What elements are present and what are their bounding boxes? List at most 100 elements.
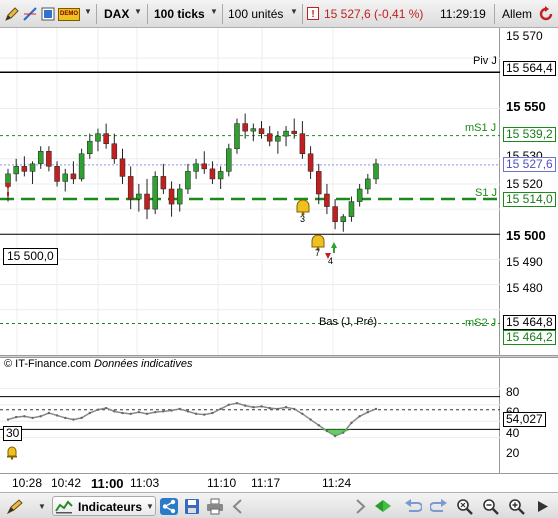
redo-icon[interactable]	[430, 498, 448, 515]
oscillator-canvas[interactable]	[0, 358, 500, 473]
low-prev-label: Bas (J, Pré)	[319, 316, 378, 328]
oscillator-point	[243, 404, 247, 407]
time-tick: 10:28	[12, 476, 43, 490]
oscillator-point	[219, 407, 222, 411]
oscillator-point	[113, 410, 116, 413]
candle	[103, 123, 109, 149]
candle	[127, 166, 134, 210]
candle-body-down	[209, 168, 216, 180]
oscillator-axis[interactable]: 80 60 54,027 40 20	[500, 358, 558, 473]
warning-icon: !	[307, 7, 319, 20]
instrument-selector[interactable]: DAX	[104, 7, 129, 21]
chevron-down-icon[interactable]: ▼	[134, 7, 142, 16]
candle	[283, 126, 289, 147]
ms2-top-box: 15 464,8	[503, 315, 556, 330]
candle-body-down	[242, 123, 248, 132]
pencil-icon[interactable]	[4, 6, 20, 22]
candle	[87, 133, 93, 159]
ms1-value-box: 15 539,2	[503, 127, 556, 142]
period-selector[interactable]: 100 ticks	[154, 7, 205, 21]
indicators-button[interactable]: Indicateurs ▼	[52, 496, 156, 516]
candle	[160, 163, 167, 195]
marker-7-label: 7	[315, 248, 321, 258]
last-price-box: 15 527,6	[503, 157, 556, 172]
language-selector[interactable]: Allem	[502, 7, 532, 21]
candle	[29, 161, 36, 184]
time-tick: 11:03	[130, 476, 160, 490]
candle	[70, 161, 77, 184]
candle-body-down	[160, 176, 167, 190]
undo-icon[interactable]	[404, 498, 422, 515]
drawing-tools-icon[interactable]	[6, 498, 24, 515]
save-icon[interactable]	[183, 498, 201, 515]
scroll-right-icon[interactable]	[351, 498, 369, 515]
candle-body-up	[136, 193, 142, 200]
units-selector[interactable]: 100 unités	[228, 7, 283, 21]
color-swatch-icon[interactable]	[40, 6, 56, 22]
candle-body-up	[283, 130, 289, 137]
time-axis[interactable]: 10:28 10:42 11:00 11:03 11:10 11:17 11:2…	[0, 473, 558, 492]
zoom-out-icon[interactable]	[482, 498, 500, 515]
candle	[37, 146, 44, 169]
refresh-icon[interactable]	[538, 6, 554, 22]
oscillator-value-box: 54,027	[503, 412, 546, 427]
oscillator-period-box[interactable]: 30	[3, 426, 23, 441]
price-chart[interactable]: Piv J mS1 J S1 J Bas (J, Pré) mS2 J 15 5…	[0, 28, 500, 370]
candle	[193, 158, 199, 179]
candle	[21, 156, 28, 177]
candle-body-up	[29, 163, 36, 172]
share-icon[interactable]	[160, 498, 178, 515]
candle	[242, 113, 248, 139]
print-icon[interactable]	[206, 498, 224, 515]
candle	[201, 151, 208, 174]
candles	[5, 113, 379, 232]
price-tick: 15 520	[506, 177, 543, 191]
candle	[168, 181, 175, 217]
candle-body-down	[332, 206, 338, 222]
candle-body-down	[258, 128, 265, 134]
candle-body-up	[234, 123, 240, 149]
separator	[494, 4, 495, 24]
oscillator-point	[64, 416, 67, 420]
price-chart-canvas[interactable]	[0, 28, 500, 355]
oscillator-point	[23, 415, 26, 418]
bell-body	[311, 234, 325, 248]
candle-body-up	[373, 163, 379, 180]
candle	[13, 158, 19, 182]
oscillator-point	[309, 418, 312, 421]
chevron-down-icon[interactable]: ▼	[84, 7, 92, 16]
price-grid	[0, 28, 500, 355]
chevron-down-icon[interactable]: ▼	[38, 502, 46, 511]
candle	[299, 121, 306, 159]
oscillator-point	[194, 412, 198, 416]
candle-body-up	[152, 176, 158, 210]
quote-change: 15 527,6 (-0,41 %)	[324, 7, 424, 21]
candle-body-up	[217, 171, 224, 180]
oscillator-point	[31, 416, 34, 420]
chevron-down-icon[interactable]: ▼	[290, 7, 298, 16]
zoom-in-icon[interactable]	[508, 498, 526, 515]
oscillator-point	[366, 410, 370, 414]
oscillator-point	[260, 405, 263, 408]
scroll-left-icon[interactable]	[229, 498, 247, 515]
lines-icon[interactable]	[22, 6, 38, 22]
alert-bell-icon[interactable]	[4, 444, 20, 460]
oscillator-point	[342, 431, 345, 434]
oscillator-point	[96, 408, 100, 411]
candle	[111, 133, 118, 164]
arrows-icon[interactable]	[374, 498, 392, 515]
candle-body-up	[95, 133, 101, 142]
bottom-toolbar: ▼ Indicateurs ▼	[0, 492, 558, 518]
candle-body-down	[127, 176, 134, 200]
candle	[373, 158, 379, 184]
candle-body-down	[119, 158, 126, 177]
oscillator-point	[72, 418, 75, 421]
candle	[324, 183, 330, 215]
candle	[62, 168, 68, 192]
oscillator-chart[interactable]: 30	[0, 358, 500, 473]
price-axis[interactable]: 15 570 15 564,4 15 550 15 539,2 15 530 1…	[500, 28, 558, 355]
osc-tick: 20	[506, 446, 520, 460]
zoom-fit-icon[interactable]	[456, 498, 474, 515]
more-icon[interactable]	[534, 498, 552, 515]
chevron-down-icon[interactable]: ▼	[210, 7, 218, 16]
